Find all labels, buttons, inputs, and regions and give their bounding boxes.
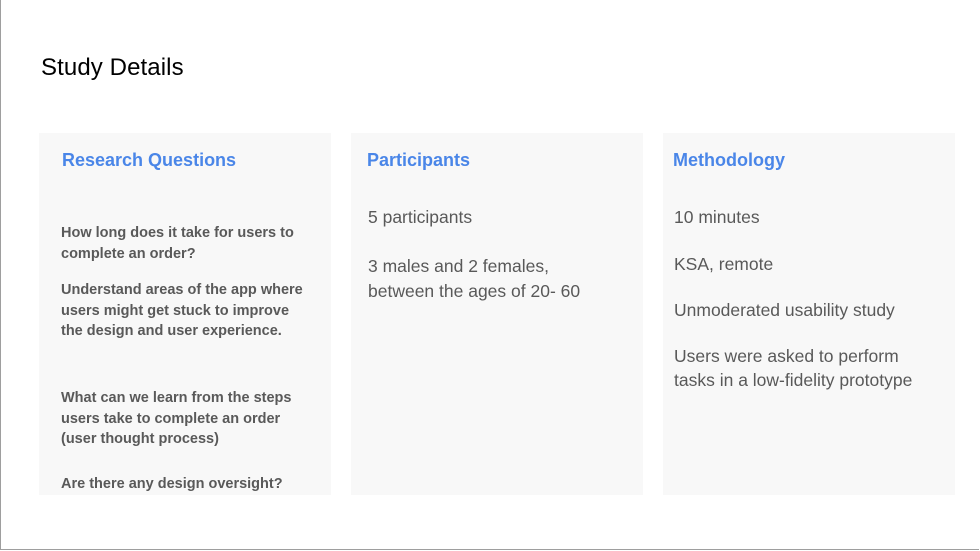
slide: Study Details Research Questions How lon… (0, 0, 979, 550)
participants-item: 3 males and 2 females, between the ages … (368, 256, 581, 301)
methodology-item: Unmoderated usability study (674, 300, 895, 320)
methodology-heading: Methodology (673, 150, 785, 170)
participants-card: Participants 5 participants 3 males and … (351, 133, 643, 495)
research-questions-heading: Research Questions (62, 150, 237, 170)
research-question-item: Understand areas of the app where users … (61, 282, 303, 339)
methodology-item: KSA, remote (674, 254, 774, 274)
participants-heading: Participants (367, 150, 471, 170)
participants-item: 5 participants (368, 207, 473, 227)
methodology-item: 10 minutes (674, 207, 760, 227)
research-questions-card: Research Questions How long does it take… (39, 133, 331, 495)
research-question-item: Are there any design oversight? (61, 476, 283, 492)
methodology-card: Methodology 10 minutes KSA, remote Unmod… (663, 133, 955, 495)
research-question-item: How long does it take for users to compl… (61, 225, 294, 262)
research-question-item: What can we learn from the steps users t… (61, 390, 292, 447)
page-title: Study Details (41, 54, 184, 81)
methodology-item: Users were asked to perform tasks in a l… (674, 346, 913, 390)
